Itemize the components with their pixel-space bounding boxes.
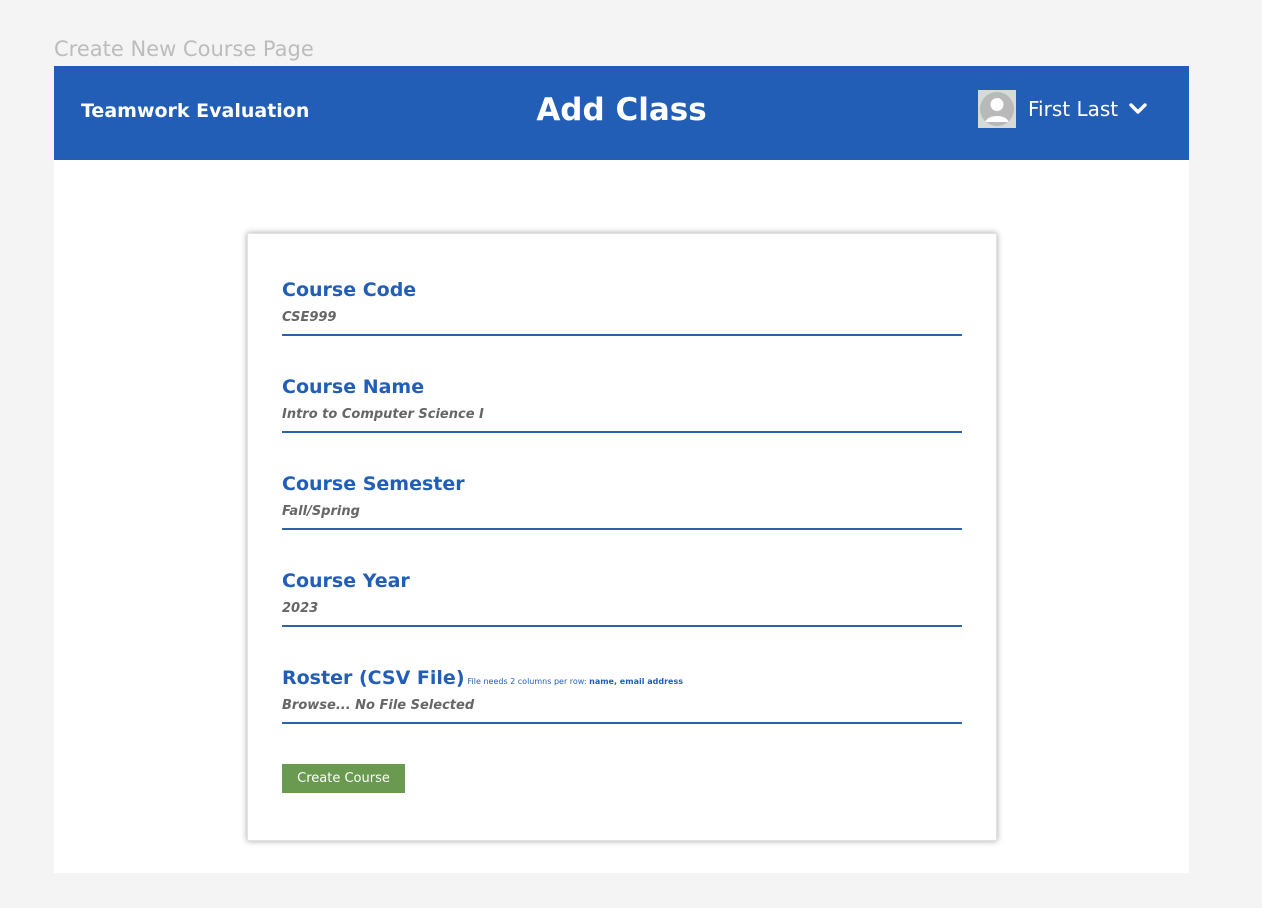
course-year-input[interactable]: 2023 [282,601,318,617]
user-name: First Last [1028,97,1119,121]
user-menu[interactable]: First Last [978,90,1148,128]
roster-hint-text: File needs 2 columns per row: [467,677,590,686]
create-course-button[interactable]: Create Course [282,764,405,793]
roster-label: Roster (CSV File) [282,667,465,689]
frame-title: Create New Course Page [54,37,314,61]
course-code-field[interactable]: Course Code CSE999 [282,278,962,336]
course-semester-input[interactable]: Fall/Spring [282,504,360,520]
user-avatar-icon [978,90,1016,128]
course-year-field[interactable]: Course Year 2023 [282,569,962,627]
course-year-label: Course Year [282,570,410,592]
course-name-input[interactable]: Intro to Computer Science I [282,407,484,423]
course-name-field[interactable]: Course Name Intro to Computer Science I [282,375,962,433]
brand-link[interactable]: Teamwork Evaluation [81,99,309,123]
course-semester-label: Course Semester [282,473,465,495]
course-code-input[interactable]: CSE999 [282,310,336,326]
page-title: Add Class [536,92,707,128]
roster-field[interactable]: Roster (CSV File) File needs 2 columns pe… [282,666,962,724]
header-bar: Teamwork Evaluation Add Class First Last [54,66,1189,160]
page-frame: Teamwork Evaluation Add Class First Last [54,66,1189,873]
course-name-label: Course Name [282,376,425,398]
add-class-form: Course Code CSE999 Course Name Intro to … [247,233,997,841]
roster-hint: File needs 2 columns per row: name, emai… [468,677,683,686]
roster-hint-columns: name, email address [589,677,683,686]
course-code-label: Course Code [282,279,417,301]
course-semester-field[interactable]: Course Semester Fall/Spring [282,472,962,530]
roster-label-row: Roster (CSV File) File needs 2 columns pe… [282,666,683,694]
roster-file-input[interactable]: Browse... No File Selected [282,698,474,714]
chevron-down-icon[interactable] [1128,99,1148,119]
